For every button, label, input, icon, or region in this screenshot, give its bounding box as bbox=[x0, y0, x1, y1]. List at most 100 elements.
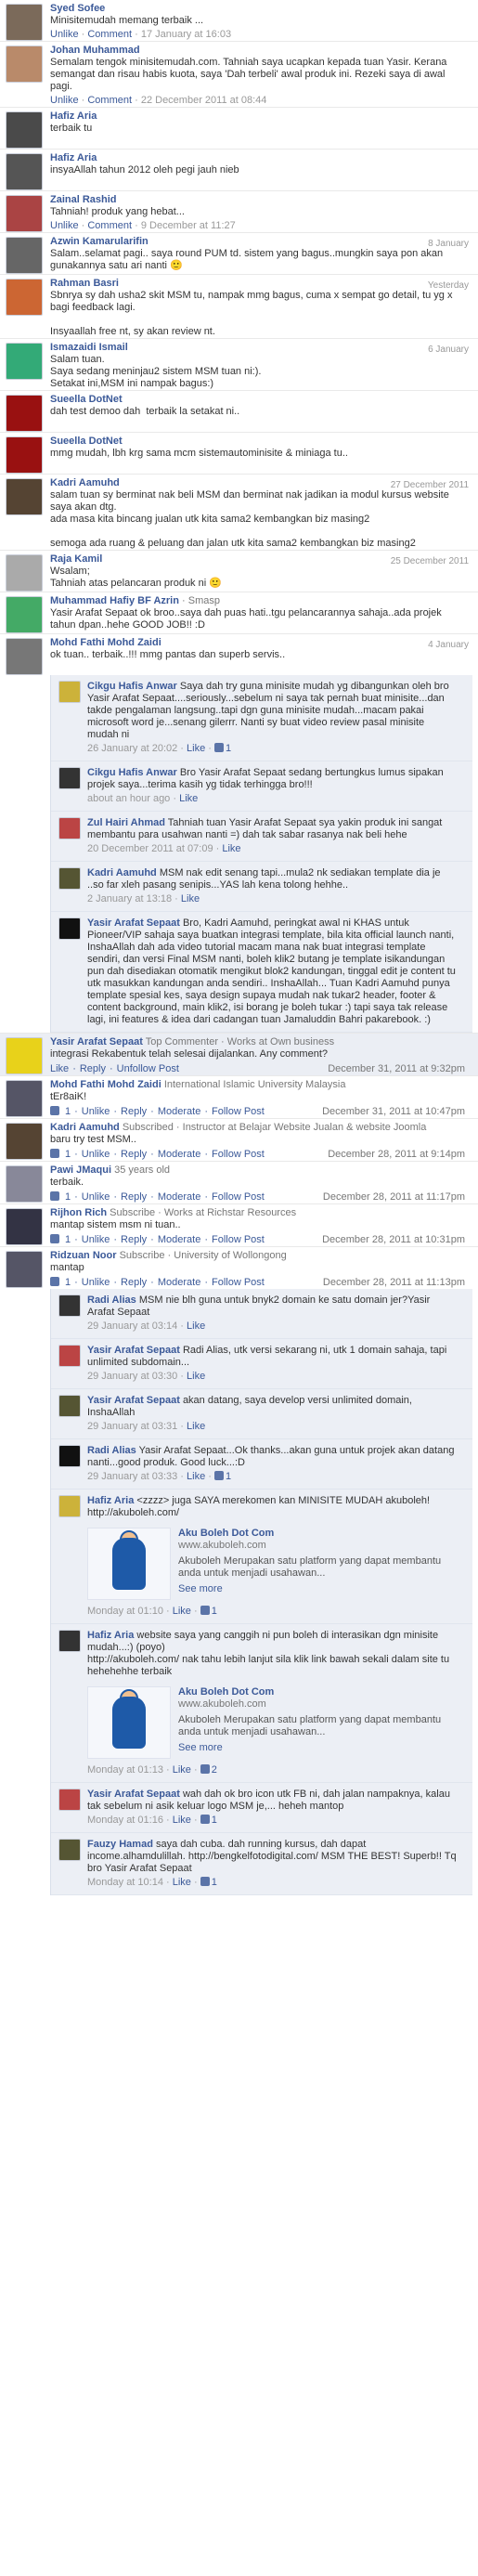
author-name[interactable]: Sueella DotNet bbox=[50, 436, 123, 447]
reply-link[interactable]: Reply bbox=[121, 1234, 147, 1246]
author-name[interactable]: Ismazaidi Ismail bbox=[50, 342, 128, 353]
like-count[interactable]: 1 bbox=[65, 1234, 71, 1246]
like-count[interactable]: 1 bbox=[212, 1877, 217, 1888]
like-link[interactable]: Like bbox=[187, 743, 205, 754]
follow-post-link[interactable]: Follow Post bbox=[212, 1149, 265, 1161]
avatar[interactable] bbox=[6, 237, 43, 274]
avatar[interactable] bbox=[6, 436, 43, 474]
like-link[interactable]: Like bbox=[50, 1063, 69, 1075]
unlike-link[interactable]: Unlike bbox=[82, 1149, 110, 1161]
moderate-link[interactable]: Moderate bbox=[158, 1277, 200, 1289]
author-name[interactable]: Yasir Arafat Sepaat bbox=[87, 1345, 180, 1356]
avatar[interactable] bbox=[6, 395, 43, 432]
moderate-link[interactable]: Moderate bbox=[158, 1191, 200, 1203]
avatar[interactable] bbox=[6, 1037, 43, 1074]
follow-post-link[interactable]: Follow Post bbox=[212, 1234, 265, 1246]
like-count[interactable]: 1 bbox=[226, 1471, 231, 1482]
author-name[interactable]: Hafiz Aria bbox=[50, 152, 97, 163]
reply-link[interactable]: Reply bbox=[80, 1063, 106, 1075]
avatar[interactable] bbox=[6, 1251, 43, 1288]
unfollow-post-link[interactable]: Unfollow Post bbox=[117, 1063, 179, 1075]
see-more-link[interactable]: See more bbox=[178, 1583, 458, 1595]
see-more-link[interactable]: See more bbox=[178, 1742, 458, 1754]
avatar[interactable] bbox=[58, 1445, 81, 1467]
unlike-link[interactable]: Unlike bbox=[82, 1234, 110, 1246]
like-link[interactable]: Like bbox=[222, 843, 240, 854]
author-name[interactable]: Mohd Fathi Mohd Zaidi bbox=[50, 637, 161, 648]
avatar[interactable] bbox=[6, 1208, 43, 1245]
unlike-link[interactable]: Unlike bbox=[82, 1277, 110, 1289]
comment-link[interactable]: Comment bbox=[87, 29, 132, 40]
like-link[interactable]: Like bbox=[173, 1815, 191, 1826]
comment-link[interactable]: Comment bbox=[87, 95, 132, 106]
author-name[interactable]: Rahman Basri bbox=[50, 278, 119, 289]
avatar[interactable] bbox=[6, 1080, 43, 1117]
like-link[interactable]: Like bbox=[187, 1471, 205, 1482]
author-name[interactable]: Yasir Arafat Sepaat bbox=[87, 1395, 180, 1406]
like-link[interactable]: Like bbox=[187, 1321, 205, 1332]
like-link[interactable]: Like bbox=[187, 1371, 205, 1382]
author-name[interactable]: Cikgu Hafis Anwar bbox=[87, 681, 177, 692]
author-name[interactable]: Syed Sofee bbox=[50, 3, 105, 14]
avatar[interactable] bbox=[6, 1165, 43, 1203]
author-name[interactable]: Rijhon Rich bbox=[50, 1207, 107, 1218]
author-name[interactable]: Kadri Aamuhd bbox=[87, 867, 157, 878]
author-name[interactable]: Yasir Arafat Sepaat bbox=[87, 917, 180, 929]
moderate-link[interactable]: Moderate bbox=[158, 1106, 200, 1118]
like-link[interactable]: Like bbox=[179, 793, 198, 804]
link-title[interactable]: Aku Boleh Dot Com bbox=[178, 1686, 458, 1698]
like-link[interactable]: Like bbox=[181, 893, 200, 904]
avatar[interactable] bbox=[6, 4, 43, 41]
like-link[interactable]: Like bbox=[187, 1421, 205, 1432]
like-count[interactable]: 1 bbox=[65, 1149, 71, 1161]
link-preview[interactable]: Aku Boleh Dot Com www.akuboleh.com Akubole… bbox=[87, 1683, 458, 1763]
follow-post-link[interactable]: Follow Post bbox=[212, 1106, 265, 1118]
like-count[interactable]: 2 bbox=[212, 1764, 217, 1776]
like-count[interactable]: 1 bbox=[212, 1815, 217, 1826]
author-name[interactable]: Azwin Kamarularifin bbox=[50, 236, 149, 247]
unlike-link[interactable]: Unlike bbox=[50, 29, 79, 40]
author-name[interactable]: Zainal Rashid bbox=[50, 194, 117, 205]
author-name[interactable]: Cikgu Hafis Anwar bbox=[87, 767, 177, 778]
author-name[interactable]: Yasir Arafat Sepaat bbox=[87, 1789, 180, 1800]
avatar[interactable] bbox=[58, 867, 81, 890]
follow-post-link[interactable]: Follow Post bbox=[212, 1277, 265, 1289]
author-name[interactable]: Raja Kamil bbox=[50, 553, 102, 565]
avatar[interactable] bbox=[58, 1839, 81, 1861]
link-preview[interactable]: Aku Boleh Dot Com www.akuboleh.com Akubole… bbox=[87, 1524, 458, 1604]
avatar[interactable] bbox=[6, 638, 43, 675]
unlike-link[interactable]: Unlike bbox=[50, 220, 79, 231]
avatar[interactable] bbox=[58, 1789, 81, 1811]
reply-link[interactable]: Reply bbox=[121, 1277, 147, 1289]
author-name[interactable]: Sueella DotNet bbox=[50, 394, 123, 405]
like-count[interactable]: 1 bbox=[212, 1606, 217, 1617]
avatar[interactable] bbox=[6, 554, 43, 592]
author-name[interactable]: Kadri Aamuhd bbox=[50, 1122, 120, 1133]
reply-link[interactable]: Reply bbox=[121, 1191, 147, 1203]
avatar[interactable] bbox=[6, 195, 43, 232]
author-name[interactable]: Hafiz Aria bbox=[87, 1630, 134, 1641]
avatar[interactable] bbox=[58, 1345, 81, 1367]
like-count[interactable]: 1 bbox=[226, 743, 231, 754]
like-count[interactable]: 1 bbox=[65, 1106, 71, 1118]
author-name[interactable]: Kadri Aamuhd bbox=[50, 477, 120, 488]
author-name[interactable]: Hafiz Aria bbox=[87, 1495, 134, 1506]
avatar[interactable] bbox=[58, 1395, 81, 1417]
author-name[interactable]: Pawi JMaqui bbox=[50, 1164, 111, 1176]
like-link[interactable]: Like bbox=[173, 1764, 191, 1776]
author-name[interactable]: Yasir Arafat Sepaat bbox=[50, 1036, 143, 1047]
avatar[interactable] bbox=[58, 1295, 81, 1317]
author-name[interactable]: Zul Hairi Ahmad bbox=[87, 817, 165, 828]
avatar[interactable] bbox=[6, 279, 43, 316]
moderate-link[interactable]: Moderate bbox=[158, 1234, 200, 1246]
avatar[interactable] bbox=[58, 817, 81, 839]
avatar[interactable] bbox=[58, 681, 81, 703]
avatar[interactable] bbox=[58, 767, 81, 789]
author-name[interactable]: Muhammad Hafiy BF Azrin bbox=[50, 595, 179, 606]
author-name[interactable]: Johan Muhammad bbox=[50, 45, 140, 56]
unlike-link[interactable]: Unlike bbox=[82, 1106, 110, 1118]
author-name[interactable]: Hafiz Aria bbox=[50, 111, 97, 122]
unlike-link[interactable]: Unlike bbox=[82, 1191, 110, 1203]
author-name[interactable]: Fauzy Hamad bbox=[87, 1839, 153, 1850]
avatar[interactable] bbox=[58, 1495, 81, 1517]
